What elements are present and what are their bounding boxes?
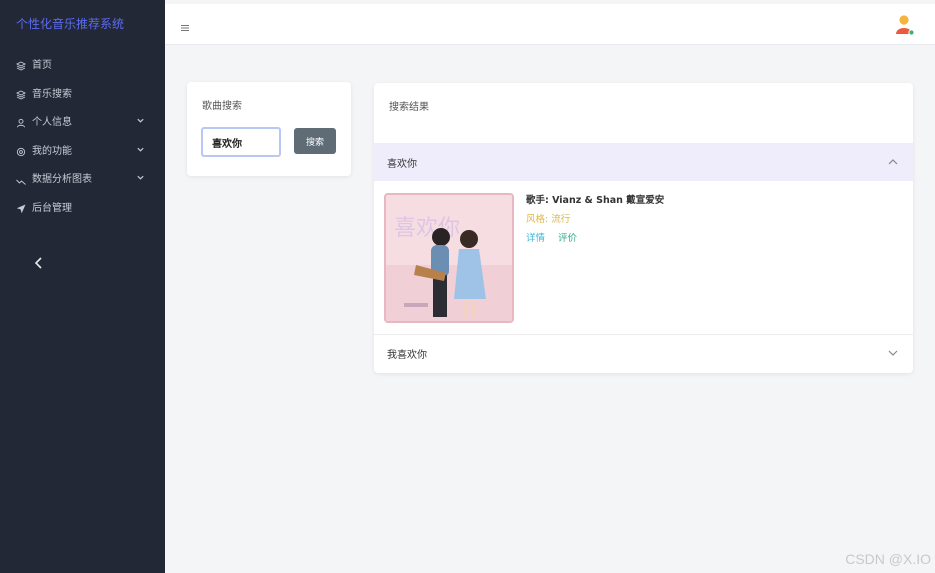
search-results-title: 搜索结果: [389, 102, 429, 113]
singer-line: 歌手: Vianz & Shan 戴宣爱安: [526, 195, 665, 206]
chevron-up-icon: [887, 156, 899, 168]
trend-icon: [16, 176, 26, 186]
top-bar: [165, 4, 935, 45]
layers-icon: [16, 90, 26, 100]
rate-link[interactable]: 评价: [558, 233, 577, 244]
style-line: 风格: 流行: [526, 214, 571, 225]
user-icon: [16, 118, 26, 128]
user-avatar-icon[interactable]: [895, 14, 915, 36]
album-cover-image: 喜欢你: [384, 193, 514, 323]
sidebar-item-label: 首页: [32, 60, 52, 71]
song-search-title: 歌曲搜索: [202, 101, 242, 112]
chevron-down-icon: [136, 138, 145, 167]
sidebar-item-admin[interactable]: 后台管理: [0, 195, 165, 224]
result-item-header[interactable]: 我喜欢你: [374, 334, 913, 372]
sidebar-item-data-charts[interactable]: 数据分析图表: [0, 166, 165, 195]
layers-icon: [16, 61, 26, 71]
chevron-down-icon: [136, 166, 145, 195]
svg-text:喜欢你: 喜欢你: [394, 216, 460, 241]
sidebar-nav: 首页 音乐搜索 个人信息 我的功能 数据分析图表 后台管理: [0, 52, 165, 224]
sidebar: 个性化音乐推荐系统 首页 音乐搜索 个人信息 我的功能 数据分析图表 后台管理: [0, 0, 165, 573]
app-title[interactable]: 个性化音乐推荐系统: [16, 15, 124, 32]
search-button[interactable]: 搜索: [294, 128, 336, 154]
watermark: CSDN @X.IO: [845, 551, 931, 567]
search-results-card: 搜索结果 喜欢你 喜欢你 歌手: Vianz & Shan 戴宣爱安 风格: 流…: [374, 83, 913, 373]
song-search-card: 歌曲搜索 搜索: [187, 82, 351, 176]
sidebar-item-label: 数据分析图表: [32, 174, 92, 186]
song-links: 详情 评价: [526, 229, 664, 248]
chevron-left-icon: [33, 255, 45, 274]
chevron-down-icon: [887, 347, 899, 359]
singer-name: Vianz & Shan 戴宣爱安: [552, 195, 665, 206]
chevron-down-icon: [136, 109, 145, 138]
result-song-name: 喜欢你: [387, 158, 417, 170]
sidebar-item-label: 音乐搜索: [32, 88, 72, 100]
sidebar-item-music-search[interactable]: 音乐搜索: [0, 81, 165, 110]
search-input[interactable]: [201, 127, 281, 157]
sidebar-item-label: 我的功能: [32, 145, 72, 157]
result-item-header[interactable]: 喜欢你: [374, 143, 913, 181]
sidebar-item-profile[interactable]: 个人信息: [0, 109, 165, 138]
gear-icon: [16, 147, 26, 157]
sidebar-item-label: 后台管理: [32, 202, 72, 214]
result-song-name: 我喜欢你: [387, 349, 427, 361]
style-value: 流行: [551, 214, 571, 225]
sidebar-item-my-functions[interactable]: 我的功能: [0, 138, 165, 167]
sidebar-item-home[interactable]: 首页: [0, 52, 165, 81]
song-info: 歌手: Vianz & Shan 戴宣爱安 风格: 流行 详情 评价: [526, 191, 664, 248]
sidebar-collapse-button[interactable]: [28, 252, 50, 276]
detail-link[interactable]: 详情: [526, 233, 545, 244]
sidebar-item-label: 个人信息: [32, 117, 72, 129]
send-icon: [16, 204, 26, 214]
menu-icon[interactable]: [180, 18, 190, 31]
